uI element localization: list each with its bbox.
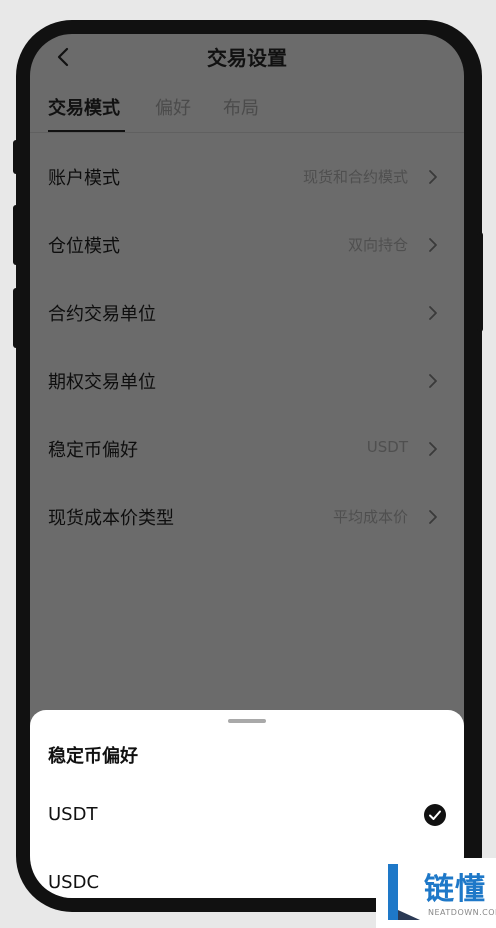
chevron-right-icon [429, 306, 437, 320]
option-label: USDC [48, 872, 100, 893]
chevron-right-icon [429, 442, 437, 456]
logo-icon [388, 864, 420, 920]
sheet-drag-handle[interactable] [228, 719, 266, 723]
side-button [13, 288, 19, 348]
watermark-text: 链懂 [424, 872, 486, 907]
setting-label: 仓位模式 [48, 236, 120, 257]
option-usdt[interactable]: USDT [30, 790, 464, 842]
side-button [13, 140, 19, 174]
tab-layout[interactable]: 布局 [223, 94, 259, 120]
chevron-right-icon [429, 170, 437, 184]
setting-row-position-mode[interactable]: 仓位模式 双向持仓 [30, 220, 464, 270]
watermark-subtext: NEATDOWN.COM [428, 908, 496, 917]
setting-label: 期权交易单位 [48, 372, 156, 393]
top-bar: 交易设置 [30, 34, 464, 90]
chevron-right-icon [429, 374, 437, 388]
setting-row-spot-cost-type[interactable]: 现货成本价类型 平均成本价 [30, 492, 464, 542]
setting-row-stablecoin-preference[interactable]: 稳定币偏好 USDT [30, 424, 464, 474]
setting-label: 稳定币偏好 [48, 440, 138, 461]
setting-row-contract-unit[interactable]: 合约交易单位 [30, 288, 464, 338]
tab-preferences[interactable]: 偏好 [155, 94, 191, 120]
setting-label: 账户模式 [48, 168, 120, 189]
setting-label: 现货成本价类型 [48, 508, 174, 529]
option-label: USDT [48, 804, 98, 825]
watermark-logo: 链懂 NEATDOWN.COM [376, 858, 496, 928]
page-title: 交易设置 [207, 46, 287, 70]
setting-value: 现货和合约模式 [302, 168, 408, 186]
setting-value: USDT [366, 438, 408, 456]
setting-value: 双向持仓 [347, 236, 408, 254]
screen: 交易设置 交易模式 偏好 布局 账户模式 现货和合约模式 仓位模式 双向持仓 合… [30, 34, 464, 898]
setting-row-option-unit[interactable]: 期权交易单位 [30, 356, 464, 406]
chevron-right-icon [429, 238, 437, 252]
setting-value: 平均成本价 [332, 508, 408, 526]
check-circle-icon [424, 804, 446, 826]
chevron-right-icon [429, 510, 437, 524]
side-button [477, 232, 483, 332]
tab-trade-mode[interactable]: 交易模式 [48, 94, 120, 120]
setting-label: 合约交易单位 [48, 304, 156, 325]
side-button [13, 205, 19, 265]
sheet-title: 稳定币偏好 [48, 746, 138, 767]
divider [30, 132, 464, 133]
setting-row-account-mode[interactable]: 账户模式 现货和合约模式 [30, 152, 464, 202]
